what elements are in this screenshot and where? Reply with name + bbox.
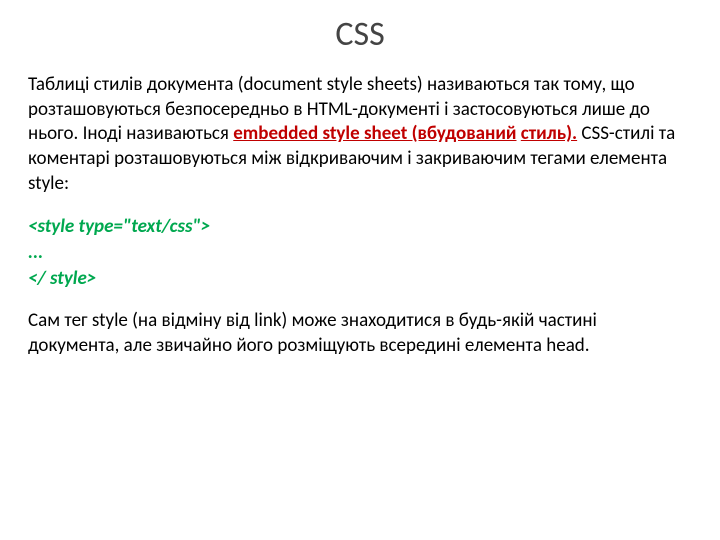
paragraph-2: Сам тег style (на відміну від link) може… — [28, 309, 692, 358]
code-line-2: ... — [28, 240, 692, 266]
paragraph-1: Таблиці стилів документа (document style… — [28, 73, 692, 196]
embedded-style-link-2[interactable]: стиль). — [521, 122, 577, 145]
embedded-style-link[interactable]: embedded style sheet (вбудований — [233, 122, 516, 145]
code-line-3: </ style> — [28, 266, 692, 292]
code-block: <style type="text/css"> ... </ style> — [28, 214, 692, 291]
slide: CSS Таблиці стилів документа (document s… — [0, 0, 720, 540]
code-line-1: <style type="text/css"> — [28, 214, 692, 240]
slide-title: CSS — [28, 14, 692, 55]
